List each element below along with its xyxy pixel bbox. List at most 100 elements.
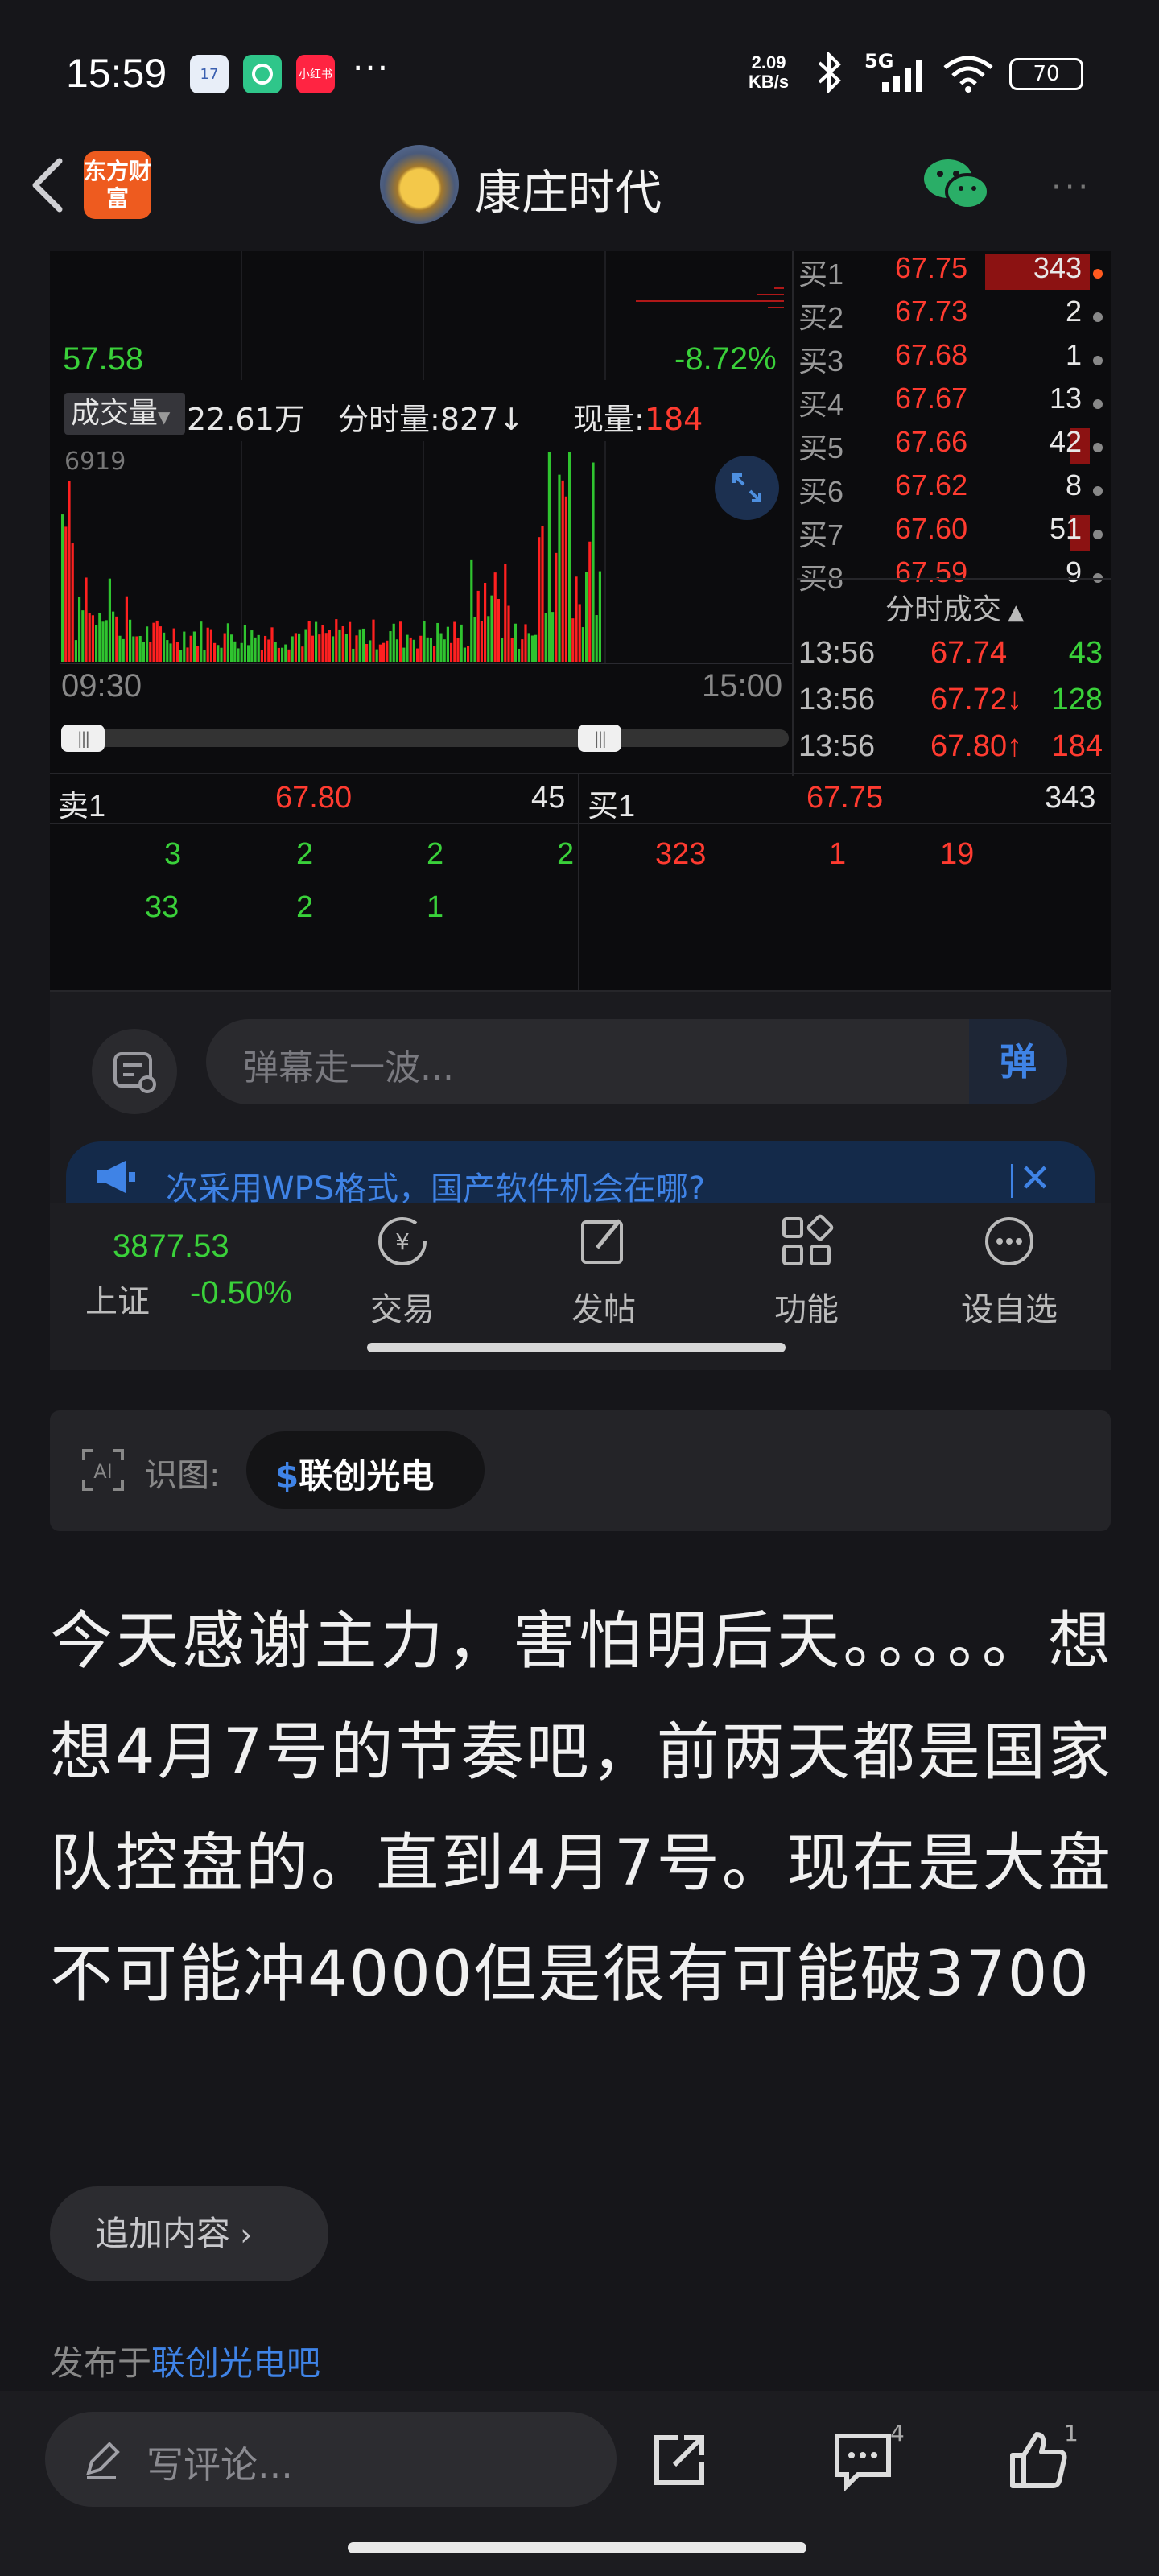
danmaku-send-button[interactable]: 弹 xyxy=(969,1019,1067,1104)
queue-sell-order: 2 xyxy=(427,837,444,871)
volume-bar xyxy=(490,595,493,662)
ticks-header[interactable]: 分时成交 ▲ xyxy=(885,586,1024,628)
wechat-share-icon[interactable] xyxy=(922,155,990,214)
time-range-track[interactable] xyxy=(61,729,789,747)
volume-bar xyxy=(527,633,530,662)
bid-row[interactable]: 买4 67.67 13 xyxy=(797,382,1111,426)
bar-link[interactable]: 联创光电吧 xyxy=(151,2343,320,2383)
page-title[interactable]: 康庄时代 xyxy=(475,155,662,222)
bid-row[interactable]: 买2 67.73 2 xyxy=(797,295,1111,339)
back-icon[interactable] xyxy=(24,153,72,217)
range-handle-left[interactable]: ||| xyxy=(61,724,105,752)
volume-bar xyxy=(358,629,361,662)
bid-row[interactable]: 买5 67.66 42 xyxy=(797,425,1111,469)
volume-bar xyxy=(561,480,564,662)
volume-bar xyxy=(588,541,592,662)
volume-bar xyxy=(504,564,507,662)
more-circle-icon xyxy=(985,1217,1033,1265)
volume-bar xyxy=(166,640,169,662)
volume-bar xyxy=(341,625,344,662)
index-name[interactable]: 上证 xyxy=(85,1275,150,1322)
volume-bar xyxy=(571,618,575,662)
like-icon[interactable] xyxy=(1006,2428,1070,2492)
svg-text:¥: ¥ xyxy=(395,1228,410,1255)
volume-bar xyxy=(264,635,267,662)
bid-dot xyxy=(1093,443,1103,452)
volume-bar xyxy=(101,621,105,662)
queue-mid-line xyxy=(50,823,1111,824)
volume-bar xyxy=(518,648,521,662)
volume-bar xyxy=(443,639,446,662)
bid-row[interactable]: 买3 67.68 1 xyxy=(797,338,1111,382)
nav-functions[interactable]: 功能 xyxy=(742,1212,871,1330)
pencil-icon xyxy=(86,2442,120,2479)
danmaku-settings-button[interactable] xyxy=(92,1029,177,1114)
ocr-label: 识图: xyxy=(145,1457,221,1494)
volume-bar xyxy=(555,552,558,662)
volume-bar xyxy=(412,639,415,662)
nav-post[interactable]: 发帖 xyxy=(539,1212,668,1330)
queue-buy-order: 19 xyxy=(940,837,975,871)
volume-tab[interactable]: 成交量▼ xyxy=(64,393,185,435)
volume-bar xyxy=(95,625,98,662)
volume-bar xyxy=(429,638,432,662)
bid-qty: 1 xyxy=(1065,338,1082,371)
nav-add-watchlist[interactable]: 设自选 xyxy=(945,1212,1074,1330)
volume-bar xyxy=(324,633,328,662)
volume-bar xyxy=(538,537,541,662)
volume-bar xyxy=(456,638,460,662)
volume-bar xyxy=(344,634,348,662)
ai-scan-icon: AI xyxy=(82,1449,124,1491)
volume-total: 22.61万 xyxy=(187,402,305,437)
time-start: 09:30 xyxy=(61,668,142,704)
volume-bar xyxy=(423,621,426,662)
tick-qty: 43 xyxy=(1068,636,1103,670)
user-avatar[interactable] xyxy=(380,145,459,224)
comment-input[interactable] xyxy=(45,2412,617,2507)
bid-row[interactable]: 买6 67.62 8 xyxy=(797,469,1111,513)
compose-icon xyxy=(581,1219,623,1264)
volume-bar xyxy=(146,626,149,662)
volume-bar xyxy=(581,627,584,662)
range-handle-right[interactable]: ||| xyxy=(578,724,621,752)
bid-row[interactable]: 买7 67.60 51 xyxy=(797,512,1111,556)
grid-icon xyxy=(782,1214,834,1265)
share-icon[interactable] xyxy=(647,2428,711,2492)
close-icon[interactable]: ✕ xyxy=(1019,1156,1051,1201)
volume-bar xyxy=(493,572,497,662)
volume-bar xyxy=(108,578,111,662)
volume-bar xyxy=(304,629,307,662)
volume-bar xyxy=(226,623,229,662)
status-bar: 15:59 17 小红书 ··· 2.09 KB/s 5G 70 xyxy=(0,0,1159,145)
volume-bar xyxy=(311,635,314,662)
index-value[interactable]: 3877.53 xyxy=(113,1228,229,1265)
queue-buy-price: 67.75 xyxy=(806,781,884,815)
volume-bar xyxy=(98,613,101,662)
bid-row[interactable]: 买1 67.75 343 xyxy=(797,251,1111,295)
bid-label: 买2 xyxy=(798,301,844,334)
more-icon[interactable]: ··· xyxy=(1051,169,1091,206)
home-indicator xyxy=(348,2542,806,2553)
comment-icon[interactable] xyxy=(831,2428,895,2492)
volume-bar xyxy=(240,642,243,662)
volume-bar xyxy=(298,633,301,662)
add-content-button[interactable]: 追加内容 › xyxy=(50,2186,328,2281)
volume-bar xyxy=(233,641,237,662)
battery-indicator: 70 xyxy=(1009,58,1083,90)
volume-bar xyxy=(349,621,352,662)
bid-label: 买5 xyxy=(798,431,844,464)
volume-bar xyxy=(547,452,551,662)
volume-bar xyxy=(544,613,547,662)
expand-chart-button[interactable] xyxy=(715,456,779,520)
volume-bar xyxy=(530,635,534,662)
eastmoney-logo[interactable]: 东方财富 xyxy=(84,151,151,219)
calendar-app-icon: 17 xyxy=(190,55,229,93)
volume-bar xyxy=(213,642,217,662)
bid-dot xyxy=(1093,486,1103,496)
nav-trade[interactable]: ¥ 交易 xyxy=(338,1212,467,1330)
bid-dot xyxy=(1093,399,1103,409)
volume-bar xyxy=(439,633,443,662)
index-pct[interactable]: -0.50% xyxy=(190,1275,292,1311)
stock-chip-label[interactable]: $联创光电 xyxy=(275,1449,434,1498)
volume-bar xyxy=(470,559,473,662)
